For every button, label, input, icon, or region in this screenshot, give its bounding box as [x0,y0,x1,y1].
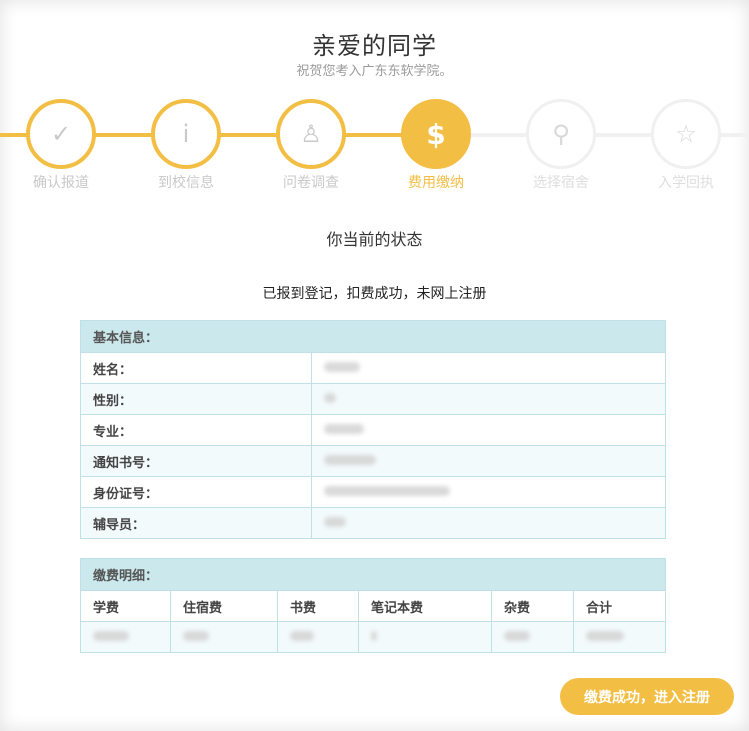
pin-icon: ⚲ [526,99,596,169]
column-header: 合计 [573,590,666,622]
redacted-value [277,621,359,653]
step-label: 问卷调查 [283,175,339,191]
column-header: 住宿费 [170,590,278,622]
row-label: 专业： [80,414,312,446]
step-label: 到校信息 [158,175,214,191]
step-label: 入学回执 [658,175,714,191]
dollar-icon: $ [401,99,471,169]
row-label: 身份证号： [80,476,312,508]
redacted-value [311,445,666,477]
info-icon: i [151,99,221,169]
redacted-value [80,621,171,653]
basic-info-header: 基本信息： [80,320,666,353]
column-header: 笔记本费 [358,590,492,622]
table-header-row: 学费 住宿费 书费 笔记本费 杂费 合计 [80,590,666,622]
column-header: 书费 [277,590,359,622]
status-text: 已报到登记，扣费成功，未网上注册 [262,286,487,302]
column-header: 杂费 [491,590,574,622]
redacted-value [311,414,666,446]
row-label: 姓名： [80,352,312,384]
table-row: 性别： [80,383,666,415]
redacted-value [311,383,666,415]
page-title: 亲爱的同学 [312,32,437,60]
column-header: 学费 [80,590,171,622]
redacted-value [358,621,492,653]
table-row: 身份证号： [80,476,666,508]
redacted-value [573,621,666,653]
page-subtitle: 祝贺您考入广东东软学院。 [296,64,453,79]
fee-details-header: 缴费明细： [80,558,666,591]
user-icon: ♙ [276,99,346,169]
progress-steps: ✓ 确认报道 i 到校信息 ♙ 问卷调查 $ 费用缴纳 ⚲ 选择宿舍 ☆ 入学回… [0,96,749,196]
status-heading: 你当前的状态 [326,230,423,249]
check-icon: ✓ [26,99,96,169]
redacted-value [170,621,278,653]
table-row [80,621,666,653]
star-icon: ☆ [651,99,721,169]
table-row: 通知书号： [80,445,666,477]
redacted-value [491,621,574,653]
table-row: 专业： [80,414,666,446]
row-label: 通知书号： [80,445,312,477]
step-label: 选择宿舍 [533,175,589,191]
redacted-value [311,476,666,508]
redacted-value [311,352,666,384]
row-label: 性别： [80,383,312,415]
table-row: 姓名： [80,352,666,384]
step-label: 确认报道 [33,175,89,191]
basic-info-table: 基本信息： 姓名： 性别： 专业： 通知书号： 身份证号： 辅导员： [80,320,666,539]
table-row: 辅导员： [80,507,666,539]
fee-details-table: 缴费明细： 学费 住宿费 书费 笔记本费 杂费 合计 [80,558,666,653]
row-label: 辅导员： [80,507,312,539]
redacted-value [311,507,666,539]
step-label: 费用缴纳 [408,175,464,191]
proceed-to-registration-button[interactable]: 缴费成功，进入注册 [560,678,734,715]
